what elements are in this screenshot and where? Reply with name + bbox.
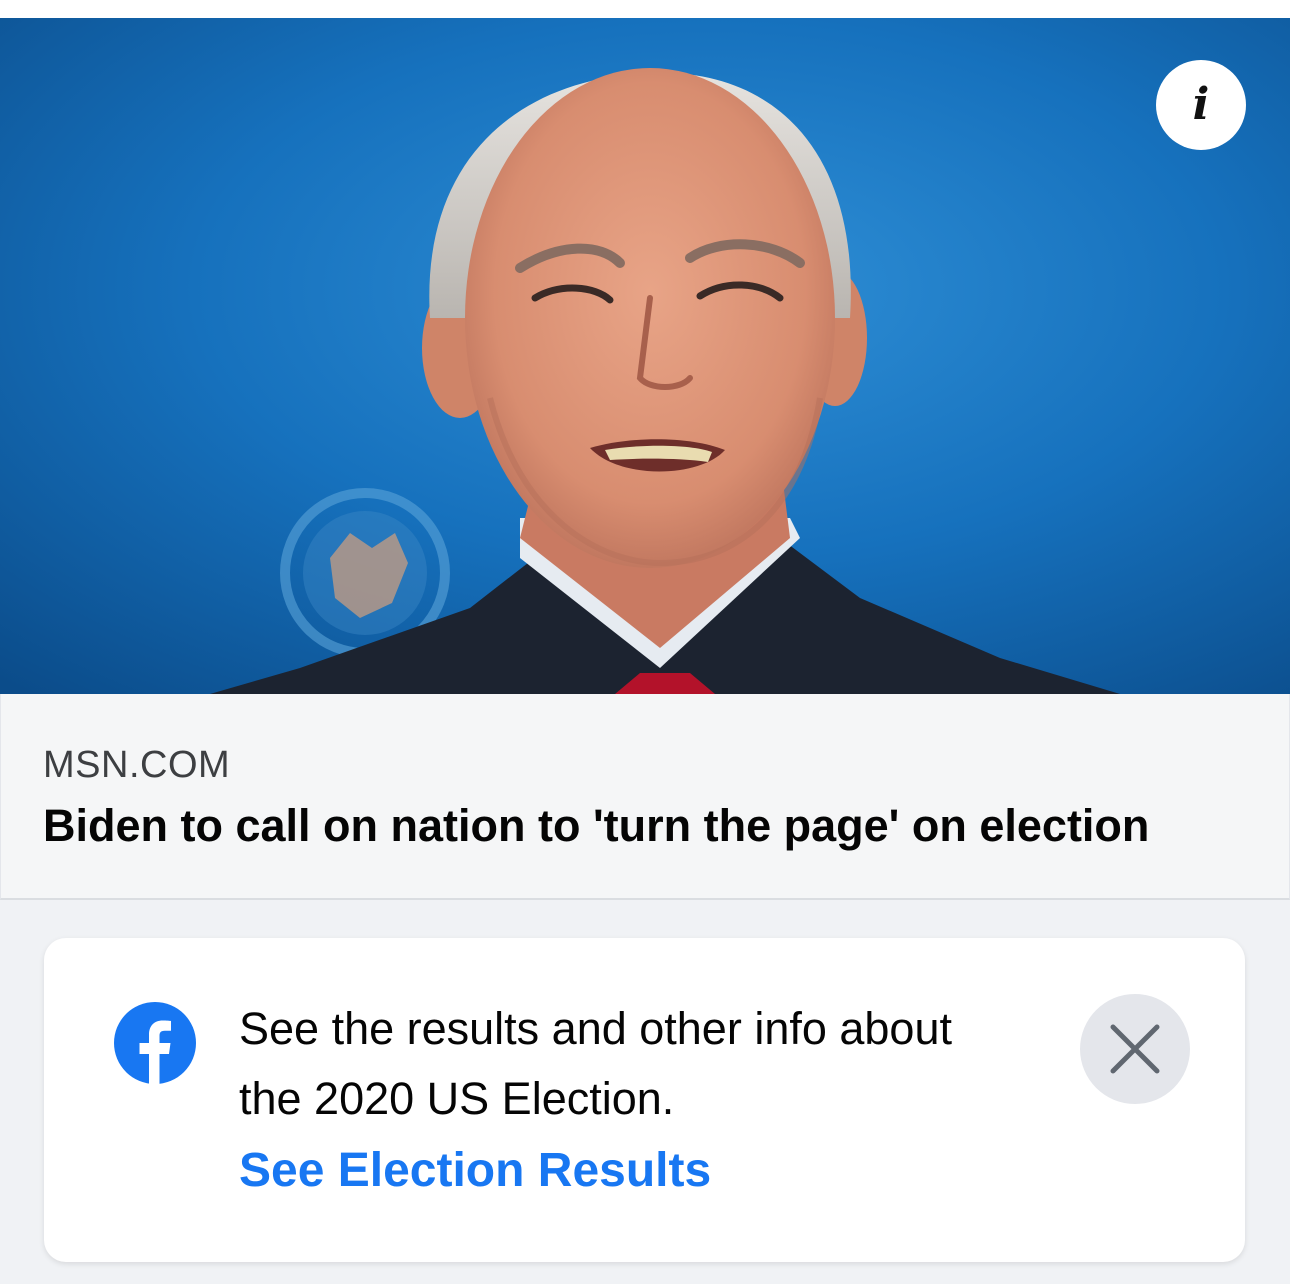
link-preview-card[interactable]: i MSN.COM Biden to call on nation to 'tu… [0, 18, 1290, 900]
see-election-results-link[interactable]: See Election Results [239, 1143, 711, 1198]
close-icon [1110, 1024, 1160, 1074]
info-icon: i [1192, 79, 1210, 130]
election-info-notice: See the results and other info about the… [44, 938, 1245, 1262]
facebook-icon [114, 1002, 196, 1084]
info-button[interactable]: i [1156, 60, 1246, 150]
link-preview-caption[interactable]: MSN.COM Biden to call on nation to 'turn… [0, 694, 1290, 900]
top-strip [0, 0, 1290, 18]
speaker-photo [0, 18, 1290, 694]
article-headline[interactable]: Biden to call on nation to 'turn the pag… [43, 800, 1149, 852]
feed-post: i MSN.COM Biden to call on nation to 'tu… [0, 0, 1290, 1284]
link-preview-image[interactable]: i [0, 18, 1290, 694]
source-domain: MSN.COM [43, 744, 231, 786]
election-notice-message: See the results and other info about the… [239, 1003, 952, 1124]
close-button[interactable] [1080, 994, 1190, 1104]
